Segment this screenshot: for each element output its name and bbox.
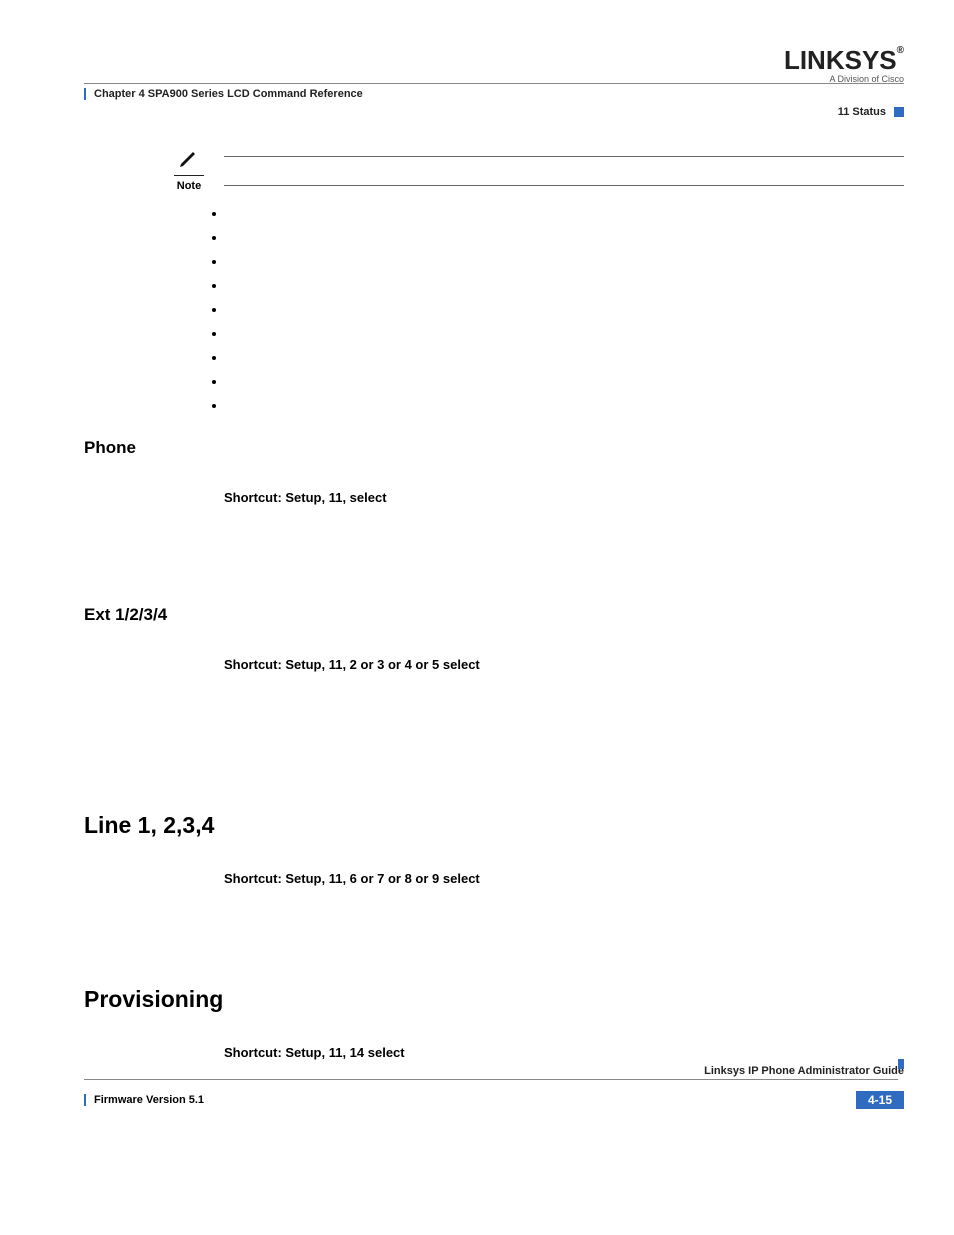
note-bottom-rule: [224, 185, 904, 186]
note-top-rule: [224, 156, 904, 157]
shortcut-phone: Shortcut: Setup, 11, select: [224, 490, 904, 505]
shortcut-provisioning: Shortcut: Setup, 11, 14 select: [224, 1045, 904, 1060]
pen-icon: [178, 146, 200, 173]
bullet-list: [226, 206, 904, 412]
list-item: [226, 230, 904, 244]
list-item: [226, 278, 904, 292]
firmware-version: Firmware Version 5.1: [84, 1094, 204, 1106]
heading-provisioning: Provisioning: [84, 986, 904, 1013]
status-row: 11 Status: [84, 106, 904, 118]
list-item: [226, 350, 904, 364]
list-item: [226, 302, 904, 316]
page-number: 4-15: [856, 1091, 904, 1109]
footer-guide-title: Linksys IP Phone Administrator Guide: [84, 1065, 904, 1077]
brand-name: LINKSYS®: [784, 45, 904, 76]
shortcut-line: Shortcut: Setup, 11, 6 or 7 or 8 or 9 se…: [224, 871, 904, 886]
list-item: [226, 206, 904, 220]
list-item: [226, 398, 904, 412]
list-item: [226, 326, 904, 340]
chapter-header: Chapter 4 SPA900 Series LCD Command Refe…: [84, 83, 904, 100]
note-block: Note: [166, 146, 904, 192]
brand-logo: LINKSYS® A Division of Cisco: [784, 45, 904, 84]
list-item: [226, 374, 904, 388]
note-label: Note: [166, 180, 212, 192]
heading-line: Line 1, 2,3,4: [84, 812, 904, 839]
brand-text: LINKSYS: [784, 45, 897, 75]
status-box-icon: [894, 107, 904, 117]
page-footer: Linksys IP Phone Administrator Guide Fir…: [84, 1065, 904, 1109]
status-label: 11 Status: [838, 106, 886, 118]
brand-registered: ®: [897, 45, 904, 56]
list-item: [226, 254, 904, 268]
chapter-title: Chapter 4 SPA900 Series LCD Command Refe…: [84, 88, 363, 100]
heading-ext: Ext 1/2/3/4: [84, 605, 904, 625]
heading-phone: Phone: [84, 438, 904, 458]
shortcut-ext: Shortcut: Setup, 11, 2 or 3 or 4 or 5 se…: [224, 657, 904, 672]
page-tick-icon: [898, 1059, 904, 1069]
